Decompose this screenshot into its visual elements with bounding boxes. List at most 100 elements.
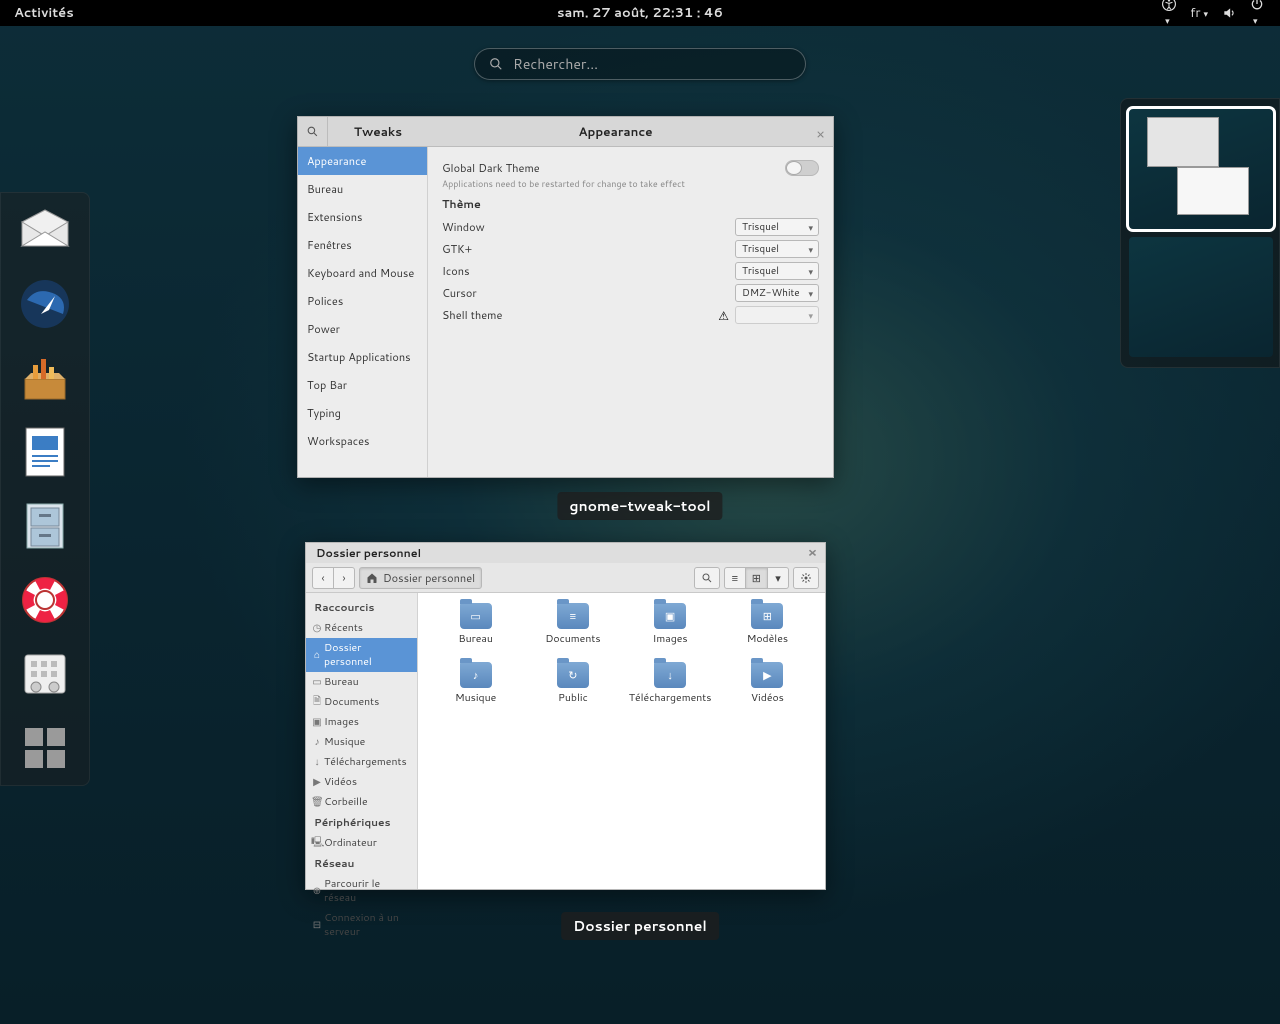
tweaks-page-title: Appearance bbox=[428, 123, 833, 140]
sidebar-recent[interactable]: ◷Récents bbox=[306, 618, 417, 638]
folder-item[interactable]: ▶Vidéos bbox=[724, 662, 811, 705]
sidebar-item-keyboard[interactable]: Keyboard and Mouse bbox=[298, 259, 427, 287]
keyboard-layout-menu[interactable]: fr▾ bbox=[1190, 4, 1208, 22]
file-cabinet-icon bbox=[21, 500, 69, 552]
sidebar-music[interactable]: ♪Musique bbox=[306, 732, 417, 752]
sidebar-item-typing[interactable]: Typing bbox=[298, 399, 427, 427]
overview-search[interactable]: Rechercher... bbox=[474, 48, 806, 80]
folder-icon: ⊞ bbox=[751, 603, 783, 629]
sidebar-header-devices: Périphériques bbox=[306, 812, 417, 833]
document-icon: 🗎 bbox=[311, 694, 323, 711]
volume-icon bbox=[1222, 6, 1236, 20]
accessibility-menu[interactable]: ▾ bbox=[1162, 0, 1176, 29]
sidebar-computer[interactable]: 🖳Ordinateur bbox=[306, 833, 417, 853]
row-gtk-select[interactable]: Trisquel bbox=[735, 240, 819, 258]
view-options-button[interactable]: ▾ bbox=[767, 567, 789, 589]
gear-icon bbox=[800, 572, 812, 584]
folder-item[interactable]: ♪Musique bbox=[432, 662, 519, 705]
volume-menu[interactable] bbox=[1222, 6, 1236, 20]
dash-app-software[interactable] bbox=[18, 351, 72, 405]
dash-app-browser[interactable] bbox=[18, 277, 72, 331]
dash-app-writer[interactable] bbox=[18, 425, 72, 479]
package-icon bbox=[19, 353, 71, 403]
sidebar-documents[interactable]: 🗎Documents bbox=[306, 692, 417, 712]
power-menu[interactable]: ▾ bbox=[1250, 0, 1264, 29]
sidebar-trash[interactable]: 🗑Corbeille bbox=[306, 792, 417, 812]
folder-item[interactable]: ▣Images bbox=[627, 603, 714, 646]
sidebar-home[interactable]: ⌂Dossier personnel bbox=[306, 638, 417, 672]
folder-item[interactable]: ↻Public bbox=[529, 662, 616, 705]
folder-icon: ▣ bbox=[654, 603, 686, 629]
sidebar-item-power[interactable]: Power bbox=[298, 315, 427, 343]
row-window-select[interactable]: Trisquel bbox=[735, 218, 819, 236]
sidebar-item-workspaces[interactable]: Workspaces bbox=[298, 427, 427, 455]
apps-grid-icon bbox=[25, 728, 65, 768]
dash-app-mail[interactable] bbox=[18, 203, 72, 257]
sidebar-downloads[interactable]: ↓Téléchargements bbox=[306, 752, 417, 772]
folder-name: Vidéos bbox=[751, 691, 784, 705]
folder-item[interactable]: ▭Bureau bbox=[432, 603, 519, 646]
home-icon bbox=[366, 572, 378, 584]
files-content[interactable]: ▭Bureau ≡ Documents ▣Images ⊞ Modèles ♪Musique… bbox=[418, 593, 825, 889]
sidebar-videos[interactable]: ▶Vidéos bbox=[306, 772, 417, 792]
folder-item[interactable]: ≡ Documents bbox=[529, 603, 616, 646]
nav-forward-button[interactable]: › bbox=[333, 567, 355, 589]
close-icon[interactable]: × bbox=[816, 124, 825, 144]
theme-section-header: Thème bbox=[442, 196, 819, 212]
workspace-switcher bbox=[1120, 98, 1280, 368]
sidebar-item-bureau[interactable]: Bureau bbox=[298, 175, 427, 203]
folder-name: Documents bbox=[545, 632, 600, 646]
tweaks-window[interactable]: Tweaks Appearance × Appearance Bureau Ex… bbox=[297, 116, 834, 478]
path-button[interactable]: Dossier personnel bbox=[359, 567, 482, 589]
download-icon: ↓ bbox=[311, 755, 323, 769]
clock-icon: ◷ bbox=[311, 621, 323, 635]
workspace-1[interactable] bbox=[1129, 109, 1273, 229]
row-shell-label: Shell theme bbox=[442, 307, 718, 323]
row-gtk-label: GTK+ bbox=[442, 241, 735, 257]
activities-button[interactable]: Activités bbox=[0, 4, 88, 22]
tweaks-search-button[interactable] bbox=[298, 117, 328, 147]
sidebar-desktop[interactable]: ▭Bureau bbox=[306, 672, 417, 692]
row-icons-select[interactable]: Trisquel bbox=[735, 262, 819, 280]
row-cursor-select[interactable]: DMZ-White bbox=[735, 284, 819, 302]
dash bbox=[0, 192, 90, 786]
search-icon bbox=[701, 572, 713, 584]
accessibility-icon bbox=[1162, 0, 1176, 11]
folder-item[interactable]: ⊞ Modèles bbox=[724, 603, 811, 646]
dash-app-help[interactable] bbox=[18, 573, 72, 627]
sidebar-item-extensions[interactable]: Extensions bbox=[298, 203, 427, 231]
search-button[interactable] bbox=[694, 567, 720, 589]
sidebar-item-appearance[interactable]: Appearance bbox=[298, 147, 427, 175]
view-list-button[interactable]: ≡ bbox=[724, 567, 746, 589]
files-window[interactable]: Dossier personnel × ‹ › Dossier personne… bbox=[305, 542, 826, 890]
files-titlebar[interactable]: Dossier personnel × bbox=[306, 543, 825, 563]
workspace-2[interactable] bbox=[1129, 237, 1273, 357]
files-window-label: Dossier personnel bbox=[561, 912, 719, 940]
document-icon bbox=[22, 426, 68, 478]
global-dark-toggle[interactable] bbox=[785, 160, 819, 176]
dash-show-apps[interactable] bbox=[18, 721, 72, 775]
dash-app-settings[interactable] bbox=[18, 647, 72, 701]
preferences-button[interactable] bbox=[793, 567, 819, 589]
folder-item[interactable]: ↓Téléchargements bbox=[627, 662, 714, 705]
sidebar-item-startup[interactable]: Startup Applications bbox=[298, 343, 427, 371]
nav-back-button[interactable]: ‹ bbox=[312, 567, 334, 589]
sidebar-item-fenetres[interactable]: Fenêtres bbox=[298, 231, 427, 259]
sidebar-browse-network[interactable]: ⊕Parcourir le réseau bbox=[306, 874, 417, 908]
sidebar-connect-server[interactable]: ⊟Connexion à un serveur bbox=[306, 908, 417, 942]
view-grid-button[interactable]: ⊞ bbox=[745, 567, 768, 589]
tweaks-titlebar[interactable]: Tweaks Appearance × bbox=[298, 117, 833, 147]
warning-icon: ⚠ bbox=[718, 307, 729, 324]
server-icon: ⊟ bbox=[311, 918, 323, 932]
chevron-left-icon: ‹ bbox=[321, 570, 324, 586]
sidebar-images[interactable]: ▣Images bbox=[306, 712, 417, 732]
clock[interactable]: sam. 27 août, 22:31 : 46 bbox=[557, 4, 723, 22]
folder-name: Modèles bbox=[747, 632, 788, 646]
folder-icon: ≡ bbox=[557, 603, 589, 629]
sidebar-item-polices[interactable]: Polices bbox=[298, 287, 427, 315]
tweaks-app-title: Tweaks bbox=[328, 123, 428, 140]
dash-app-files[interactable] bbox=[18, 499, 72, 553]
sidebar-item-topbar[interactable]: Top Bar bbox=[298, 371, 427, 399]
search-icon bbox=[489, 57, 503, 71]
close-icon[interactable]: × bbox=[808, 544, 817, 562]
